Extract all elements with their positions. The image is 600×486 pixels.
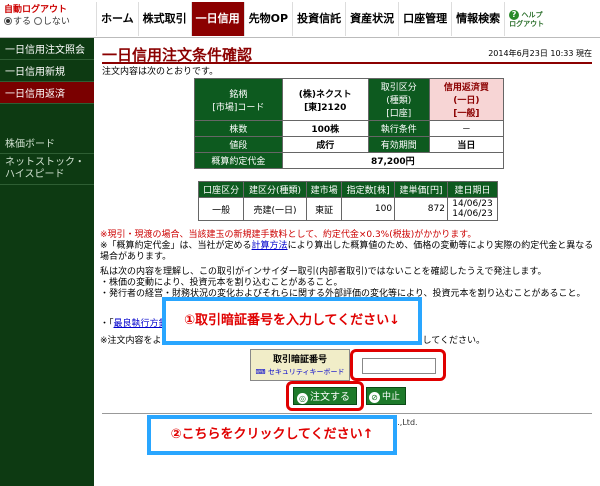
position-table: 口座区分 建区分(種類) 建市場 指定数[株] 建単価[円] 建日期日 一般 売… [197, 181, 499, 221]
table-row: 一般 売建(一日) 東証 100 872 14/06/23 14/06/23 [197, 197, 499, 221]
sidebar: 一日信用注文照会 一日信用新規 一日信用返済 株価ボード ネットストック・ハイス… [0, 38, 94, 486]
para-line-2: ・株価の変動により、投資元本を割り込むことがあること。 [100, 278, 343, 288]
intro-text: 注文内容は次のとおりです。 [102, 67, 219, 77]
col-account-type: 口座区分 [197, 181, 245, 198]
quantity-label: 株数 [194, 120, 283, 137]
para-line-1: 私は次の内容を理解し、この取引がインサイダー取引(内部者取引)ではないことを確認… [100, 267, 547, 277]
timestamp: 2014年6月23日 10:33 現在 [488, 49, 592, 58]
nav-stock-trade[interactable]: 株式取引 [137, 2, 191, 36]
market-code-label: [市場]コード [212, 102, 265, 113]
pin-instruction-callout: ①取引暗証番号を入力してください↓ [162, 297, 422, 345]
main-nav: ホーム 株式取引 一日信用 先物OP 投資信託 資産状況 口座管理 情報検索 ?… [96, 2, 548, 36]
trade-kind-value: (一日) [453, 96, 480, 106]
stock-label: 銘柄 [229, 89, 248, 100]
stock-value-cell: (株)ネクスト [東]2120 [281, 78, 369, 121]
stock-market-code: [東]2120 [304, 102, 347, 113]
sidebar-item-repayment[interactable]: 一日信用返済 [0, 82, 94, 104]
notes: ※現引・現渡の場合、当該建玉の新規建手数料として、約定代金×0.3%(税抜)がか… [100, 230, 596, 263]
col-position-market: 建市場 [305, 181, 343, 198]
best-execution-policy-link[interactable]: 最良執行方針 [114, 319, 168, 329]
nav-day-margin[interactable]: 一日信用 [190, 2, 244, 36]
logout-label[interactable]: ログアウト [509, 20, 544, 28]
cancel-icon: ⊘ [369, 392, 380, 403]
trade-account-value: [一般] [453, 109, 480, 119]
note-fee: ※現引・現渡の場合、当該建玉の新規建手数料として、約定代金×0.3%(税抜)がか… [100, 230, 477, 240]
cell-unit-price: 872 [394, 197, 448, 221]
position-open-date: 14/06/23 [452, 199, 493, 209]
sidebar-item-stock-board[interactable]: 株価ボード [0, 132, 94, 154]
pin-highlight-frame [350, 349, 446, 381]
col-specified-qty: 指定数[株] [341, 181, 396, 198]
cell-position-date: 14/06/23 14/06/23 [446, 197, 499, 221]
security-keyboard-link[interactable]: ⌨ セキュリティキーボード [251, 367, 349, 377]
auto-logout-control: 自動ログアウト する しない [4, 4, 92, 34]
auto-logout-on-label: する [13, 17, 32, 27]
estimated-amount-value: 87,200円 [281, 152, 505, 169]
trade-kind-label: (種類) [386, 96, 412, 106]
calculation-method-link[interactable]: 計算方法 [252, 241, 288, 251]
cancel-button[interactable]: ⊘ 中止 [366, 387, 406, 405]
order-button-label: 注文する [310, 392, 350, 403]
click-instruction-callout: ②こちらをクリックしてください↑ [147, 415, 397, 455]
price-value: 成行 [281, 136, 369, 153]
auto-logout-off-radio[interactable] [33, 17, 42, 25]
confirmation-paragraph: 私は次の内容を理解し、この取引がインサイダー取引(内部者取引)ではないことを確認… [100, 267, 596, 300]
trade-type-value-cell: 信用返済買 (一日) [一般] [428, 78, 505, 121]
best-execution-line: ・「最良執行方針 [100, 316, 168, 329]
trade-type-label-cell: 取引区分 (種類) [口座] [367, 78, 430, 121]
main-content: 一日信用注文条件確認 2014年6月23日 10:33 現在 注文内容は次のとお… [96, 38, 600, 486]
trade-type-value: 信用返済買 [443, 83, 489, 93]
validity-label: 有効期間 [367, 136, 430, 153]
help-label[interactable]: ヘルプ [522, 11, 543, 19]
pin-label-box: 取引暗証番号 ⌨ セキュリティキーボード [250, 349, 350, 381]
col-position-date: 建日期日 [446, 181, 499, 198]
auto-logout-off-label: しない [42, 17, 70, 27]
trade-type-label: 取引区分 [380, 83, 417, 93]
cell-specified-qty: 100 [341, 197, 396, 221]
cancel-button-label: 中止 [382, 392, 401, 402]
stock-name: (株)ネクスト [298, 89, 352, 100]
execution-condition-value: － [428, 120, 505, 137]
help-icon: ? [509, 10, 520, 20]
auto-logout-on-radio[interactable] [4, 17, 12, 25]
nav-asset-status[interactable]: 資産状況 [345, 2, 398, 36]
nav-futures-options[interactable]: 先物OP [243, 2, 292, 36]
col-unit-price: 建単価[円] [394, 181, 448, 198]
sidebar-item-netstock-highspeed[interactable]: ネットストック・ハイスピード [0, 154, 94, 185]
note-estimate-a: ※「概算約定代金」は、当社が定める [100, 241, 252, 251]
validity-value: 当日 [428, 136, 505, 153]
col-position-type: 建区分(種類) [243, 181, 307, 198]
execution-condition-label: 執行条件 [367, 120, 430, 137]
nav-home[interactable]: ホーム [96, 2, 138, 36]
order-circle-icon: ◎ [297, 393, 308, 404]
sidebar-item-order-inquiry[interactable]: 一日信用注文照会 [0, 38, 94, 60]
pin-label: 取引暗証番号 [272, 355, 327, 365]
order-button[interactable]: ◎ 注文する [293, 387, 357, 405]
top-navigation-bar: 自動ログアウト する しない ホーム 株式取引 一日信用 先物OP 投資信託 資… [0, 0, 600, 38]
position-due-date: 14/06/23 [452, 209, 493, 219]
trade-account-label: [口座] [386, 109, 412, 119]
nav-info-search[interactable]: 情報検索 [451, 2, 504, 36]
nav-account-management[interactable]: 口座管理 [398, 2, 451, 36]
nav-investment-trust[interactable]: 投資信託 [292, 2, 345, 36]
note-estimate: ※「概算約定代金」は、当社が定める計算方法により算出した概算値のため、価格の変動… [100, 241, 596, 263]
cell-account-type: 一般 [197, 197, 245, 221]
sidebar-item-new-position[interactable]: 一日信用新規 [0, 60, 94, 82]
cell-position-market: 東証 [305, 197, 343, 221]
security-keyboard-link-label[interactable]: セキュリティキーボード [268, 368, 345, 376]
cell-position-type: 売建(一日) [243, 197, 307, 221]
order-summary-table: 銘柄 [市場]コード (株)ネクスト [東]2120 取引区分 (種類) [口座… [194, 78, 505, 169]
pin-input[interactable] [362, 358, 436, 374]
quantity-value: 100株 [281, 120, 369, 137]
auto-logout-label: 自動ログアウト [4, 5, 68, 15]
estimated-amount-label: 概算約定代金 [194, 152, 283, 169]
best-execution-prefix: ・「 [100, 319, 114, 329]
nav-help-logout[interactable]: ? ヘルプ ログアウト [504, 2, 548, 36]
footer-divider [102, 413, 592, 414]
price-label: 値段 [194, 136, 283, 153]
order-highlight-frame: ◎ 注文する [286, 381, 364, 411]
stock-label-cell: 銘柄 [市場]コード [194, 78, 283, 121]
